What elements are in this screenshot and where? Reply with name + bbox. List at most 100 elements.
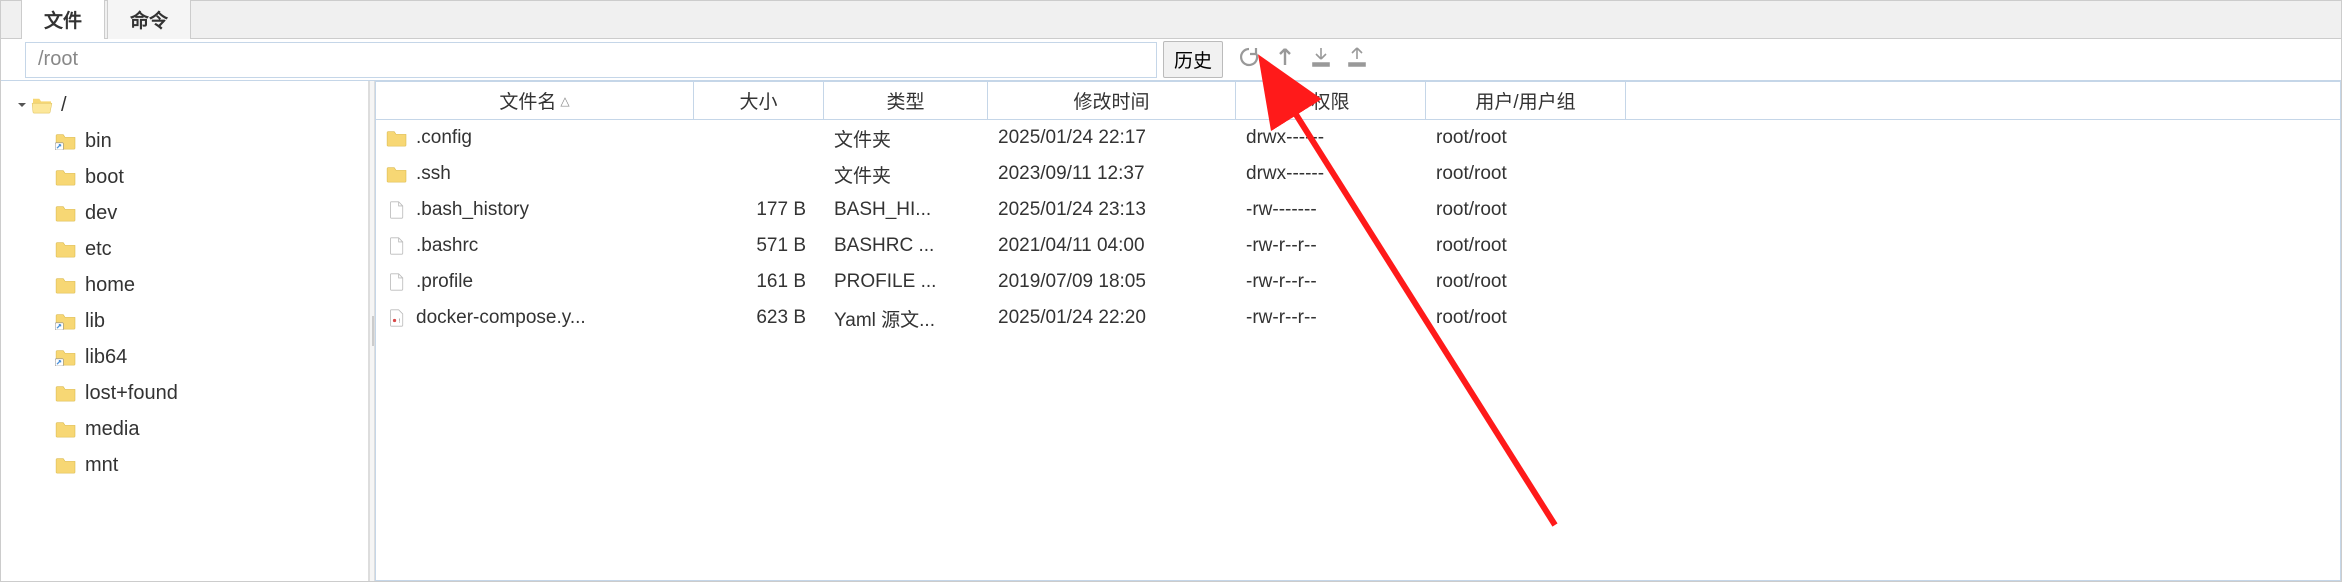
tree-node-label: etc [85,238,112,261]
file-name: .bashrc [416,235,478,257]
folder-icon [55,240,77,258]
file-user: root/root [1426,127,1626,149]
tree-node[interactable]: dev [11,195,368,231]
tree-node-label: dev [85,202,117,225]
file-name: .bash_history [416,199,529,221]
tree-node-label: boot [85,166,124,189]
tree-node-label: lib [85,310,105,333]
column-header-mtime[interactable]: 修改时间 [988,82,1236,119]
folder-tree: / bin boot dev etc home lib lib64 lost+found med… [1,81,369,581]
yaml-file-icon [386,309,408,327]
tree-node[interactable]: lost+found [11,375,368,411]
tree-node[interactable]: boot [11,159,368,195]
tab-command[interactable]: 命令 [107,0,191,39]
tree-node-label: home [85,274,135,297]
column-header-size[interactable]: 大小 [694,82,824,119]
file-size: 161 B [694,271,824,293]
download-icon[interactable] [1309,45,1333,75]
tree-node[interactable]: etc [11,231,368,267]
tree-node-label: lost+found [85,382,178,405]
folder-open-icon [31,96,53,114]
file-user: root/root [1426,235,1626,257]
tree-node-label: mnt [85,454,118,477]
file-perm: -rw-r--r-- [1236,271,1426,293]
file-list-header: 文件名△ 大小 类型 修改时间 权限 用户/用户组 [376,82,2340,120]
tree-root-label: / [61,94,67,117]
file-icon [386,273,408,291]
file-size: 571 B [694,235,824,257]
file-user: root/root [1426,199,1626,221]
file-row[interactable]: docker-compose.y... 623 BYaml 源文...2025/0… [376,300,2340,336]
file-row[interactable]: .config 文件夹2025/01/24 22:17drwx------root… [376,120,2340,156]
file-size: 623 B [694,307,824,329]
folder-icon [55,276,77,294]
upload-icon[interactable] [1345,45,1369,75]
tree-node[interactable]: lib [11,303,368,339]
folder-icon [386,129,408,147]
path-bar: 历史 [1,39,2341,81]
file-list-panel: 文件名△ 大小 类型 修改时间 权限 用户/用户组 .config文件夹2025… [375,81,2341,581]
file-name: docker-compose.y... [416,307,586,329]
file-mtime: 2025/01/24 22:20 [988,307,1236,329]
path-input[interactable] [25,42,1157,78]
file-name: .ssh [416,163,451,185]
file-row[interactable]: .profile 161 BPROFILE ...2019/07/09 18:05… [376,264,2340,300]
tree-node[interactable]: home [11,267,368,303]
file-mtime: 2025/01/24 22:17 [988,127,1236,149]
file-mtime: 2025/01/24 23:13 [988,199,1236,221]
refresh-icon[interactable] [1237,45,1261,75]
file-size: 177 B [694,199,824,221]
column-header-type[interactable]: 类型 [824,82,988,119]
file-name: .profile [416,271,473,293]
tab-file[interactable]: 文件 [21,0,105,39]
file-mtime: 2023/09/11 12:37 [988,163,1236,185]
file-user: root/root [1426,271,1626,293]
file-row[interactable]: .bashrc 571 BBASHRC ...2021/04/11 04:00-r… [376,228,2340,264]
file-type: 文件夹 [824,161,988,188]
file-type: BASHRC ... [824,235,988,257]
file-user: root/root [1426,307,1626,329]
chevron-down-icon[interactable] [15,98,29,112]
tree-node-label: media [85,418,139,441]
folder-icon [55,168,77,186]
tree-node[interactable]: bin [11,123,368,159]
tree-node-label: lib64 [85,346,127,369]
sort-asc-icon: △ [560,94,569,108]
tree-root-node[interactable]: / [11,87,368,123]
folder-icon [386,165,408,183]
file-perm: -rw-r--r-- [1236,235,1426,257]
tree-node[interactable]: media [11,411,368,447]
tree-node-label: bin [85,130,112,153]
tree-node[interactable]: mnt [11,447,368,483]
file-icon [386,201,408,219]
folder-link-icon [55,348,77,366]
column-header-perm[interactable]: 权限 [1236,82,1426,119]
folder-icon [55,204,77,222]
file-perm: drwx------ [1236,163,1426,185]
file-mtime: 2019/07/09 18:05 [988,271,1236,293]
tree-node[interactable]: lib64 [11,339,368,375]
folder-icon [55,384,77,402]
file-row[interactable]: .bash_history 177 BBASH_HI...2025/01/24 2… [376,192,2340,228]
file-perm: drwx------ [1236,127,1426,149]
file-mtime: 2021/04/11 04:00 [988,235,1236,257]
file-type: 文件夹 [824,125,988,152]
column-header-name[interactable]: 文件名△ [376,82,694,119]
file-name: .config [416,127,472,149]
file-type: Yaml 源文... [824,305,988,332]
folder-link-icon [55,312,77,330]
history-button[interactable]: 历史 [1163,41,1223,78]
splitter-handle[interactable] [369,81,375,581]
folder-icon [55,456,77,474]
file-type: PROFILE ... [824,271,988,293]
up-icon[interactable] [1273,45,1297,75]
file-user: root/root [1426,163,1626,185]
column-header-user[interactable]: 用户/用户组 [1426,82,1626,119]
file-row[interactable]: .ssh 文件夹2023/09/11 12:37drwx------root/ro… [376,156,2340,192]
file-perm: -rw-r--r-- [1236,307,1426,329]
file-perm: -rw------- [1236,199,1426,221]
file-type: BASH_HI... [824,199,988,221]
top-tabbar: 文件 命令 [1,1,2341,39]
folder-icon [55,420,77,438]
folder-link-icon [55,132,77,150]
